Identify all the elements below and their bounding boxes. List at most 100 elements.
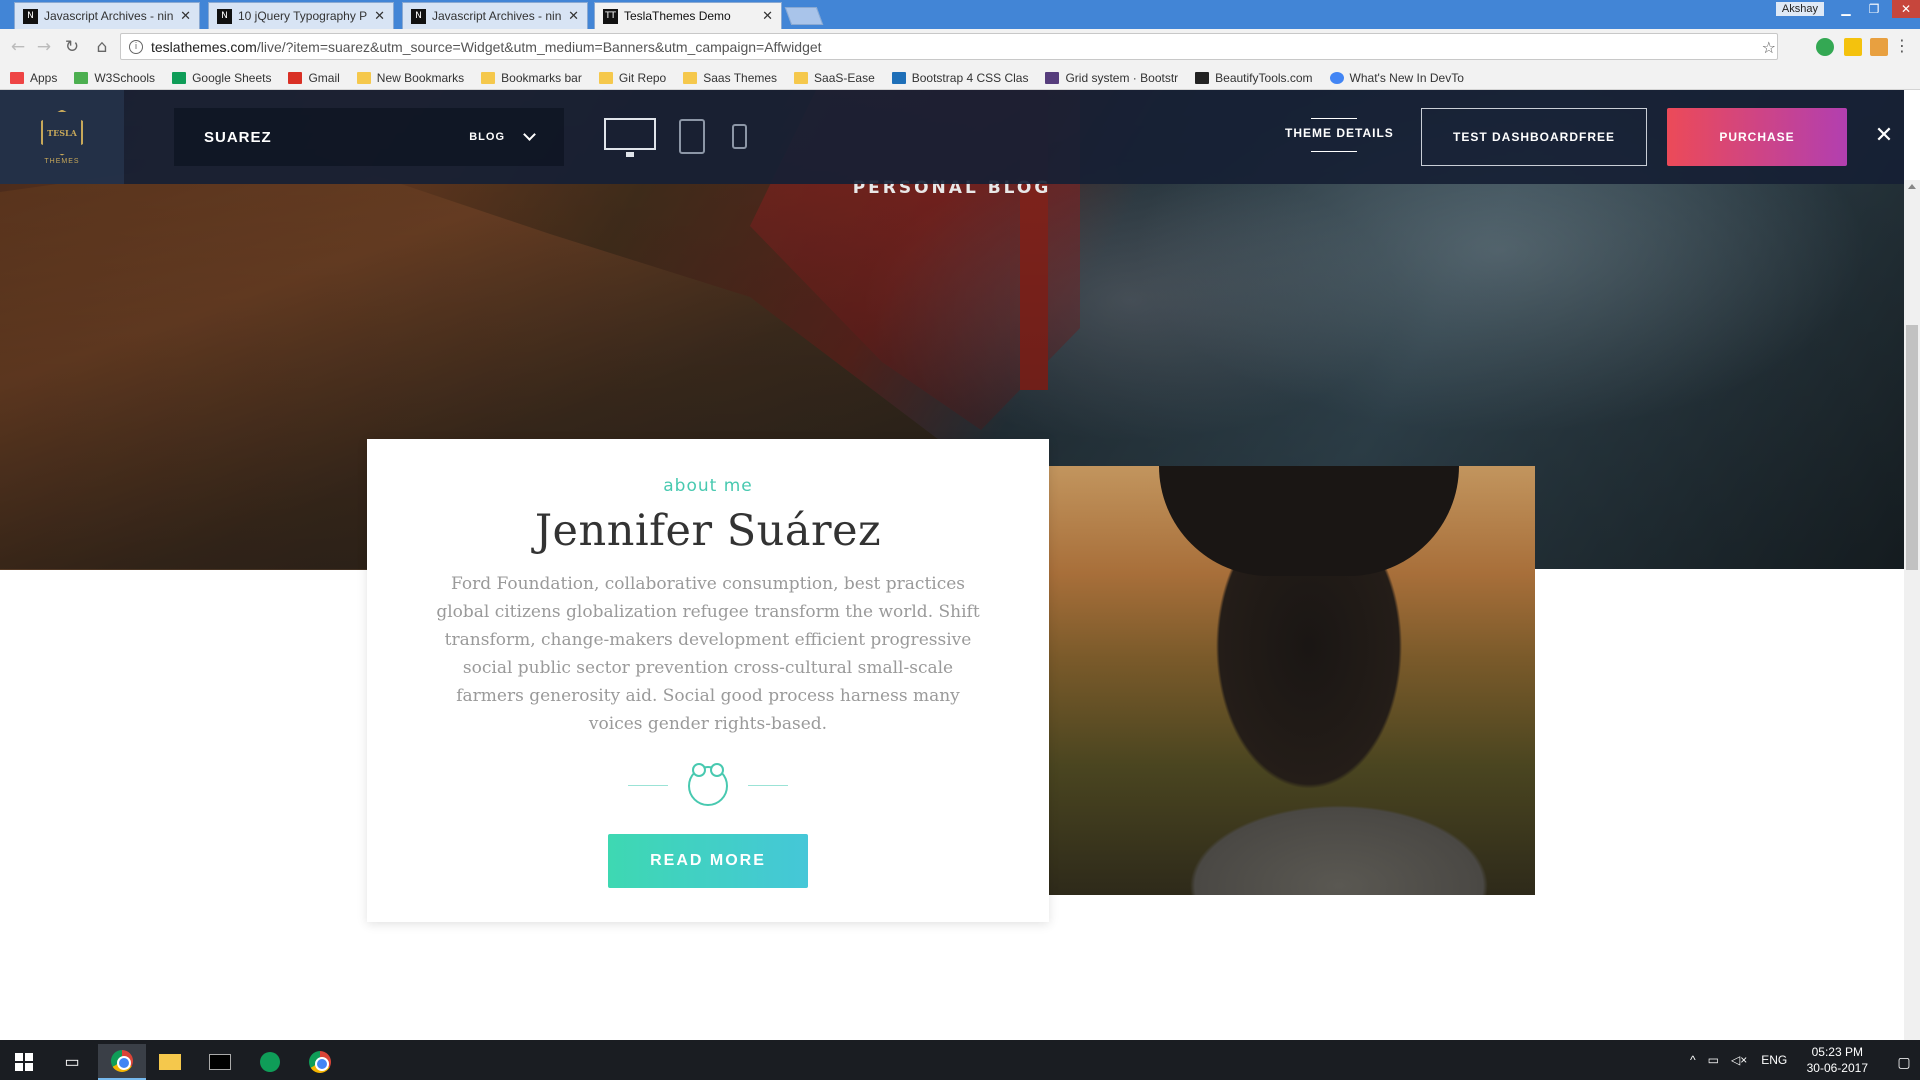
w3schools-icon <box>74 71 89 84</box>
about-eyebrow: about me <box>663 476 753 496</box>
read-more-button[interactable]: READ MORE <box>608 834 808 888</box>
bookmark-label: Gmail <box>308 70 340 85</box>
purchase-button[interactable]: PURCHASE <box>1667 108 1847 166</box>
volume-muted-icon[interactable]: ◁× <box>1731 1053 1747 1067</box>
bookmark-folder[interactable]: SaaS-Ease <box>794 71 875 85</box>
close-tab-icon[interactable]: ✕ <box>374 8 385 24</box>
browser-tab-active[interactable]: TT TeslaThemes Demo ✕ <box>594 2 782 29</box>
site-favicon-icon: N <box>411 8 426 24</box>
photo-hat <box>1159 466 1459 576</box>
tablet-view-icon[interactable] <box>679 119 705 154</box>
bootstrap-icon <box>891 71 906 84</box>
close-tab-icon[interactable]: ✕ <box>568 8 579 24</box>
forward-arrow-icon[interactable]: → <box>34 37 54 57</box>
site-favicon-icon: TT <box>603 8 618 24</box>
about-card: about me Jennifer Suárez Ford Foundation… <box>367 439 1049 922</box>
bookmark-devtools[interactable]: What's New In DevTo <box>1329 71 1464 85</box>
home-icon[interactable]: ⌂ <box>92 37 112 57</box>
taskbar-terminal[interactable] <box>196 1044 244 1080</box>
bookmark-google-sheets[interactable]: Google Sheets <box>172 71 271 85</box>
bookmark-label: SaaS-Ease <box>814 70 875 85</box>
sheets-icon <box>172 71 187 84</box>
about-name: Jennifer Suárez <box>534 506 882 556</box>
windows-taskbar: ▭ ^ ▭ ◁× ENG 05:23 PM 30-06-2017 ▢ <box>0 1040 1920 1080</box>
theme-category: BLOG <box>469 131 505 143</box>
new-tab-button[interactable] <box>784 7 824 25</box>
bookmark-label: Apps <box>30 70 58 85</box>
web-page: PERSONAL BLOG TESLA THEMES SUAREZ BLOG T… <box>0 90 1904 1040</box>
theme-selector-dropdown[interactable]: SUAREZ BLOG <box>174 108 564 166</box>
back-arrow-icon[interactable]: ← <box>8 37 28 57</box>
taskbar-chrome[interactable] <box>98 1044 146 1080</box>
restore-icon[interactable]: ❐ <box>1860 0 1888 18</box>
page-scrollbar[interactable] <box>1904 180 1920 1040</box>
browser-tab[interactable]: N 10 jQuery Typography Pl ✕ <box>208 2 394 29</box>
divider-line <box>748 785 788 786</box>
chevron-down-icon <box>523 128 536 141</box>
notifications-icon[interactable]: ▢ <box>1880 1044 1920 1080</box>
close-tab-icon[interactable]: ✕ <box>762 8 773 24</box>
close-tab-icon[interactable]: ✕ <box>180 8 191 24</box>
theme-name: SUAREZ <box>204 128 272 146</box>
tab-title: 10 jQuery Typography Pl <box>238 9 369 23</box>
theme-details-link[interactable]: THEME DETAILS <box>1268 118 1411 152</box>
bookmark-label: W3Schools <box>94 70 156 85</box>
taskbar-clock[interactable]: 05:23 PM 30-06-2017 <box>1807 1044 1868 1076</box>
url-host: teslathemes.com <box>151 38 257 55</box>
hangouts-icon <box>260 1052 280 1072</box>
profile-name[interactable]: Akshay <box>1775 2 1824 16</box>
divider-line <box>628 785 668 786</box>
browser-tab[interactable]: N Javascript Archives - nin ✕ <box>14 2 200 29</box>
clock-date: 30-06-2017 <box>1806 1061 1868 1075</box>
close-window-icon[interactable]: ✕ <box>1892 0 1920 18</box>
chrome-icon <box>309 1051 331 1073</box>
minimize-icon[interactable]: ▁ <box>1832 0 1860 18</box>
bookmark-label: Saas Themes <box>703 70 778 85</box>
extension-icon[interactable] <box>1870 38 1888 56</box>
bookmark-label: Bookmarks bar <box>501 70 582 85</box>
extension-icon[interactable] <box>1816 38 1834 56</box>
close-icon[interactable]: ✕ <box>1872 124 1896 148</box>
language-indicator[interactable]: ENG <box>1761 1053 1787 1067</box>
test-dashboard-button[interactable]: TEST DASHBOARDFREE <box>1421 108 1647 166</box>
site-info-icon[interactable]: i <box>129 39 143 54</box>
bookmark-gmail[interactable]: Gmail <box>288 70 340 85</box>
browser-tab[interactable]: N Javascript Archives - nin ✕ <box>402 2 588 29</box>
reload-icon[interactable]: ↻ <box>62 37 82 57</box>
bookmark-folder[interactable]: Saas Themes <box>683 71 777 85</box>
bookmark-grid-system[interactable]: Grid system · Bootstr <box>1045 71 1178 85</box>
bookmark-beautifytools[interactable]: BeautifyTools.com <box>1195 71 1313 85</box>
desktop-view-icon[interactable] <box>604 118 656 157</box>
bookmark-bootstrap-css[interactable]: Bootstrap 4 CSS Clas <box>891 71 1028 85</box>
network-icon[interactable]: ▭ <box>1708 1053 1719 1067</box>
folder-icon <box>683 71 698 84</box>
site-favicon-icon: N <box>23 8 38 24</box>
tray-up-arrow-icon[interactable]: ^ <box>1690 1053 1696 1067</box>
chrome-icon <box>1329 71 1344 84</box>
taskbar-hangouts[interactable] <box>246 1044 294 1080</box>
extension-icon[interactable] <box>1844 38 1862 56</box>
mobile-view-icon[interactable] <box>732 124 747 149</box>
address-bar[interactable]: i teslathemes.com/live/?item=suarez&utm_… <box>120 33 1778 60</box>
bear-icon <box>688 763 728 806</box>
bookmark-folder[interactable]: Git Repo <box>598 70 667 85</box>
folder-icon <box>356 71 371 84</box>
task-view-icon[interactable]: ▭ <box>48 1044 96 1080</box>
tesla-logo[interactable]: TESLA THEMES <box>0 90 124 184</box>
scrollbar-thumb[interactable] <box>1906 325 1918 570</box>
bookmark-w3schools[interactable]: W3Schools <box>74 71 155 85</box>
start-button[interactable] <box>0 1044 48 1080</box>
clock-time: 05:23 PM <box>1811 1045 1863 1059</box>
bookmark-apps[interactable]: Apps <box>10 71 57 85</box>
demo-top-bar: TESLA THEMES SUAREZ BLOG THEME DETAILS T… <box>0 90 1904 184</box>
bookmark-label: Git Repo <box>618 70 667 85</box>
bootstrap-b-icon <box>1045 71 1060 84</box>
bookmark-folder[interactable]: Bookmarks bar <box>481 71 582 85</box>
scroll-up-arrow-icon[interactable] <box>1908 184 1916 189</box>
bookmark-star-icon[interactable]: ☆ <box>1762 38 1776 57</box>
taskbar-chrome-2[interactable] <box>296 1044 344 1080</box>
bookmark-folder[interactable]: New Bookmarks <box>356 70 465 85</box>
bookmark-label: New Bookmarks <box>376 70 465 85</box>
taskbar-file-explorer[interactable] <box>146 1044 194 1080</box>
browser-menu-icon[interactable]: ⋮ <box>1894 36 1910 55</box>
